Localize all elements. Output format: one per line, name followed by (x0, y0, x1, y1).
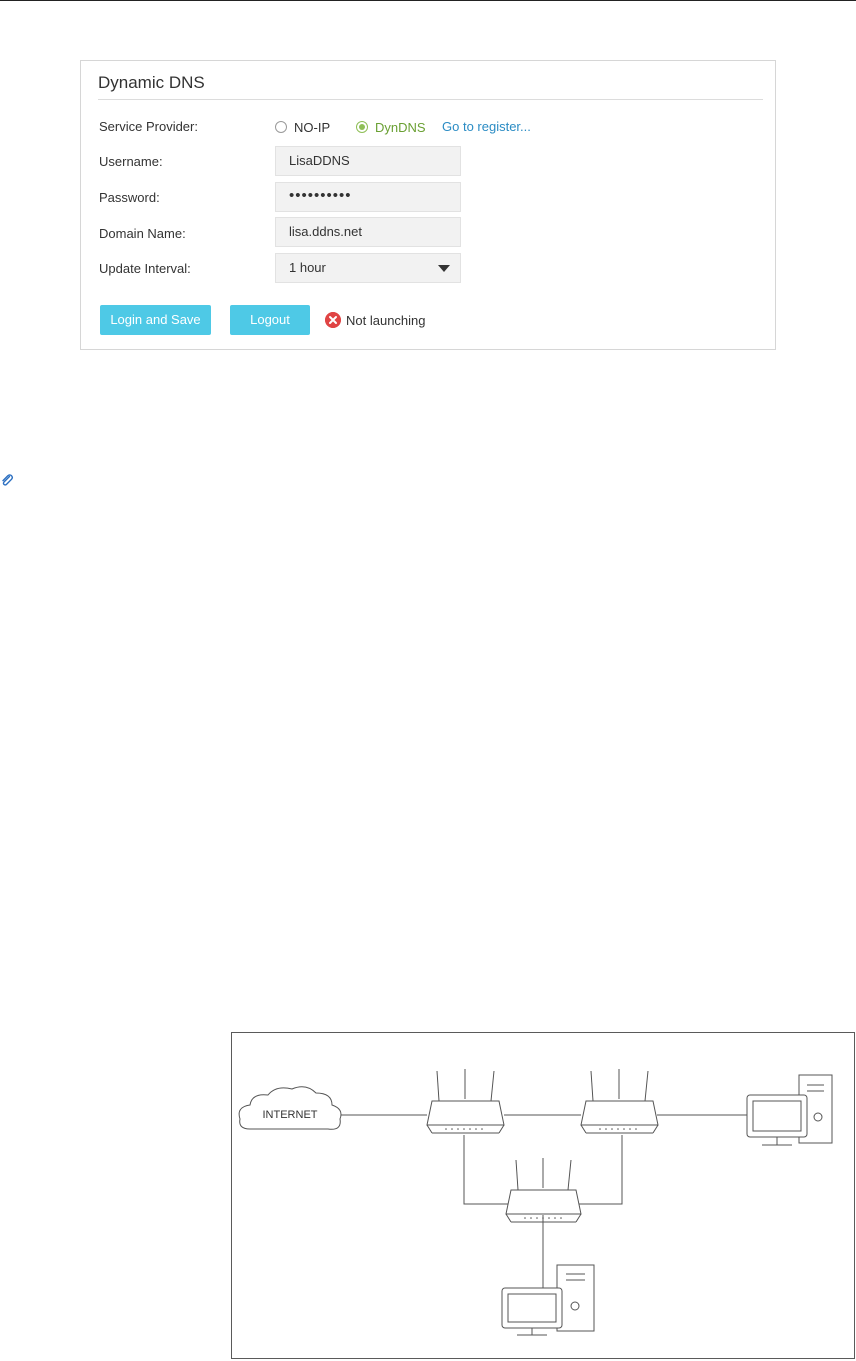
username-field[interactable]: LisaDDNS (275, 146, 461, 176)
update-interval-select[interactable]: 1 hour (275, 253, 461, 283)
top-rule (0, 0, 856, 1)
title-divider (98, 99, 763, 100)
desktop-computer-icon (501, 1264, 595, 1336)
service-provider-label: Service Provider: (99, 119, 198, 134)
logout-button[interactable]: Logout (230, 305, 310, 335)
update-interval-value: 1 hour (289, 260, 326, 275)
go-to-register-link[interactable]: Go to register... (442, 119, 531, 134)
router-icon (505, 1158, 582, 1223)
router-icon (426, 1069, 505, 1134)
dropdown-arrow-icon (438, 265, 450, 272)
password-field[interactable]: •••••••••• (275, 182, 461, 212)
provider-noip-label[interactable]: NO-IP (294, 120, 330, 135)
radio-unchecked-icon[interactable] (275, 121, 287, 133)
password-label: Password: (99, 190, 160, 205)
network-diagram: INTERNET (231, 1032, 855, 1359)
router-icon (580, 1069, 659, 1134)
status-text: Not launching (346, 313, 426, 328)
login-and-save-button[interactable]: Login and Save (100, 305, 211, 335)
panel-title: Dynamic DNS (98, 73, 205, 92)
provider-dyndns-label[interactable]: DynDNS (375, 120, 426, 135)
domain-name-field[interactable]: lisa.ddns.net (275, 217, 461, 247)
error-circle-icon (325, 312, 341, 328)
username-label: Username: (99, 154, 163, 169)
update-interval-label: Update Interval: (99, 261, 191, 276)
paperclip-icon (2, 474, 14, 486)
cloud-label: INTERNET (263, 1109, 318, 1121)
radio-checked-icon[interactable] (356, 121, 368, 133)
domain-name-label: Domain Name: (99, 226, 186, 241)
cloud-icon: INTERNET (238, 1086, 342, 1130)
desktop-computer-icon (746, 1074, 833, 1146)
dynamic-dns-panel: Dynamic DNS Service Provider: NO-IP DynD… (80, 60, 776, 350)
